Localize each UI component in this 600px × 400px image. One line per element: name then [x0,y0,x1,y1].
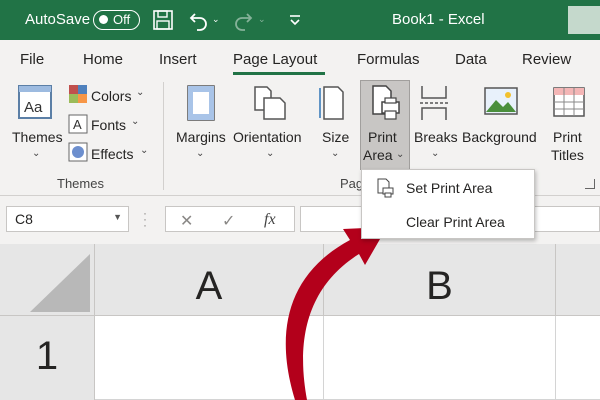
print-titles-icon [553,87,585,117]
document-title: Book1 - Excel [392,11,485,28]
window-control[interactable] [568,6,600,34]
menu-item-set-print-area[interactable]: Set Print Area [362,172,534,204]
print-area-menu: Set Print Area Clear Print Area [361,169,535,239]
set-print-area-icon [377,178,394,198]
cell-c1[interactable] [556,316,600,400]
svg-text:A: A [73,117,82,132]
active-tab-indicator [233,72,325,75]
tab-page-layout[interactable]: Page Layout [233,51,317,68]
toggle-knob [99,15,108,24]
print-area-label-line1: Print [368,129,397,145]
menu-item-label: Set Print Area [406,180,493,196]
fonts-label: Fonts [91,117,127,133]
chevron-down-icon[interactable]: ▼ [113,212,122,222]
autosave-label: AutoSave [25,11,91,28]
chevron-down-icon: ⌄ [32,148,41,159]
breaks-label: Breaks [414,129,458,145]
undo-dropdown-icon[interactable]: ⌄ [212,14,224,36]
themes-group-label: Themes [57,176,104,191]
effects-label: Effects [91,146,134,162]
background-label: Background [462,129,537,145]
page-setup-group-label: Pag [340,176,364,191]
chevron-down-icon: ⌄ [136,87,145,98]
themes-icon: Aa [18,85,52,119]
tab-review[interactable]: Review [522,51,571,68]
effects-icon [68,142,88,162]
print-titles-label-line1: Print [553,129,582,145]
dialog-launcher-icon[interactable] [585,179,595,189]
margins-icon [187,85,215,121]
undo-icon[interactable] [188,9,210,31]
resize-handle-icon[interactable]: · · · [143,207,147,231]
print-area-label-line2: Area [363,147,393,163]
save-icon[interactable] [152,9,174,31]
print-area-icon [372,85,400,120]
name-box[interactable]: C8 ▼ [6,206,129,232]
svg-text:Aa: Aa [24,99,43,116]
row-header-1[interactable]: 1 [0,316,95,400]
autosave-state: Off [113,12,131,27]
size-icon [319,86,344,120]
tab-insert[interactable]: Insert [159,51,197,68]
redo-dropdown-icon[interactable]: ⌄ [258,14,270,36]
print-area-button[interactable]: Print Area ⌄ [360,80,410,170]
title-bar: AutoSave Off ⌄ ⌄ Book1 - Excel [0,0,600,40]
ribbon-tabs: File Home Insert Page Layout Formulas Da… [0,40,600,76]
colors-icon [69,85,87,103]
background-icon [484,87,518,115]
size-label: Size [322,129,350,145]
colors-label: Colors [91,88,132,104]
chevron-down-icon: ⌄ [196,148,205,159]
fonts-icon: A [68,114,88,134]
tab-data[interactable]: Data [455,51,487,68]
print-titles-label-line2: Titles [551,147,584,163]
orientation-label: Orientation [233,129,302,145]
annotation-arrow [285,227,387,400]
chevron-down-icon: ⌄ [140,145,149,156]
autosave-toggle[interactable]: Off [93,10,140,30]
customize-toolbar-icon[interactable] [284,9,306,31]
chevron-down-icon: ⌄ [131,116,140,127]
chevron-down-icon: ⌄ [266,148,275,159]
chevron-down-icon: ⌄ [331,148,340,159]
tab-home[interactable]: Home [83,51,123,68]
cancel-icon[interactable]: ✕ [180,211,193,231]
orientation-icon [254,86,286,120]
menu-item-clear-print-area[interactable]: Clear Print Area [362,206,534,238]
group-divider [163,82,164,190]
name-box-value: C8 [15,211,33,227]
menu-item-label: Clear Print Area [406,214,505,230]
enter-icon[interactable]: ✓ [222,211,235,231]
margins-label: Margins [176,129,226,145]
tab-file[interactable]: File [20,51,44,68]
column-header-c[interactable] [556,244,600,316]
tab-formulas[interactable]: Formulas [357,51,420,68]
select-all-corner[interactable] [0,244,95,316]
breaks-icon [420,86,448,120]
chevron-down-icon: ⌄ [431,148,440,159]
chevron-down-icon: ⌄ [396,149,405,160]
themes-label: Themes [12,129,63,145]
redo-icon[interactable] [232,9,254,31]
